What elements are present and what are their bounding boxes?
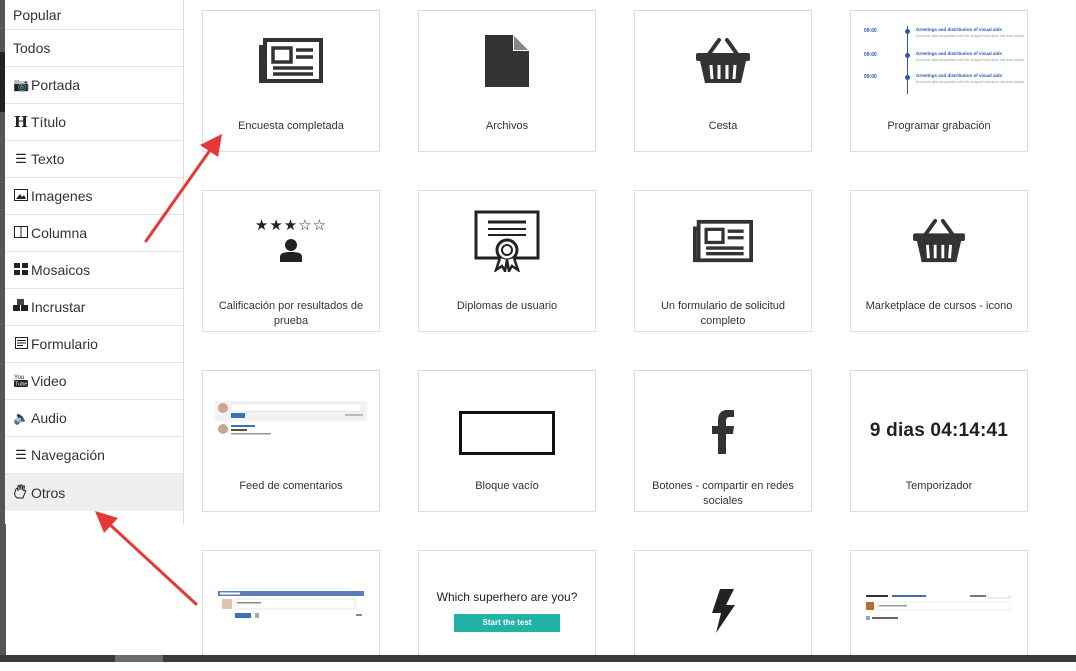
arrow-to-encuesta bbox=[144, 134, 222, 243]
annotation-arrows bbox=[95, 134, 222, 606]
arrow-to-otros bbox=[95, 511, 198, 606]
